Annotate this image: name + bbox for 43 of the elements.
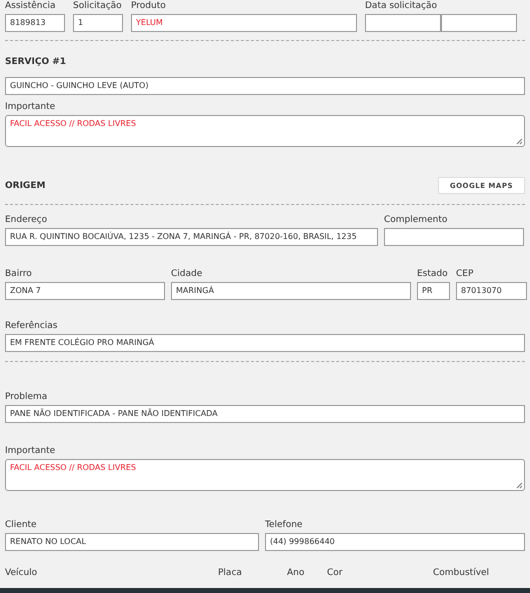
text-field[interactable]: RENATO NO LOCAL: [5, 533, 259, 551]
field-label: Assistência: [5, 0, 56, 12]
text-field[interactable]: RUA R. QUINTINO BOCAIÚVA, 1235 - ZONA 7, MARINGÁ - PR, 87020-160, BRASIL, 1235: [5, 228, 378, 246]
section-heading: ORIGEM: [5, 180, 46, 190]
field-label: Cliente: [5, 519, 38, 531]
resize-grip-icon[interactable]: [516, 138, 523, 145]
text-field[interactable]: 87013070: [456, 282, 527, 300]
text-field[interactable]: MARINGÁ: [171, 282, 411, 300]
text-field[interactable]: 8189813: [5, 14, 65, 32]
field-label: Endereço: [5, 214, 48, 226]
field-label: Importante: [5, 101, 56, 113]
field-label: Cor: [327, 567, 342, 579]
text-area[interactable]: FACIL ACESSO // RODAS LIVRES: [5, 115, 525, 147]
field-label: Data solicitação: [365, 0, 438, 12]
text-field[interactable]: PANE NÃO IDENTIFICADA - PANE NÃO IDENTIFICADA: [5, 405, 525, 423]
text-field[interactable]: ZONA 7: [5, 282, 165, 300]
field-label: CEP: [456, 268, 474, 280]
field-label: Complemento: [384, 214, 448, 226]
field-label: Cidade: [171, 268, 204, 280]
text-area[interactable]: FACIL ACESSO // RODAS LIVRES: [5, 459, 525, 491]
field-label: Importante: [5, 445, 56, 457]
field-label: Placa: [218, 567, 242, 579]
text-field[interactable]: 1: [73, 14, 123, 32]
text-field[interactable]: (44) 999866440: [265, 533, 525, 551]
text-field[interactable]: GUINCHO - GUINCHO LEVE (AUTO): [5, 77, 525, 95]
field-label: Produto: [131, 0, 167, 12]
text-field[interactable]: YELUM: [131, 14, 357, 32]
field-label: Combustível: [433, 567, 490, 579]
field-label: Problema: [5, 391, 48, 403]
time-field[interactable]: [441, 14, 517, 32]
field-label: Veículo: [5, 567, 38, 579]
field-label: Solicitação: [73, 0, 123, 12]
text-field[interactable]: PR: [417, 282, 450, 300]
field-label: Telefone: [265, 519, 304, 531]
text-field[interactable]: EM FRENTE COLÉGIO PRO MARINGÁ: [5, 334, 525, 352]
field-label: Bairro: [5, 268, 33, 280]
text-field[interactable]: [384, 228, 524, 246]
field-label: Referências: [5, 320, 58, 332]
date-field[interactable]: [365, 14, 441, 32]
field-label: Ano: [287, 567, 304, 579]
field-label: Estado: [417, 268, 449, 280]
resize-grip-icon[interactable]: [516, 482, 523, 489]
section-heading: SERVIÇO #1: [5, 57, 66, 67]
